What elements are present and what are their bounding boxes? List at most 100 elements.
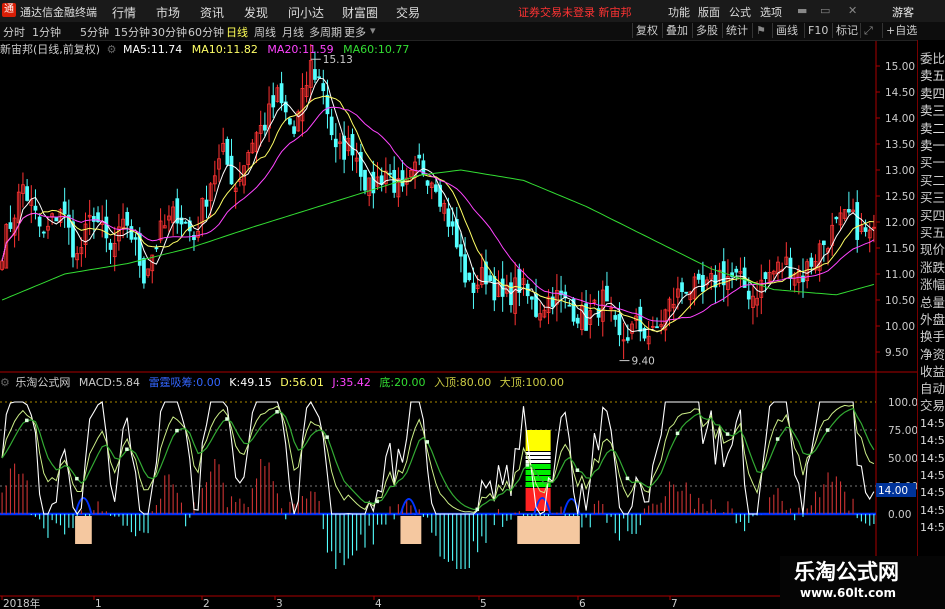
price-tick-label: 14.50 — [885, 87, 915, 99]
low-mark-label: 9.40 — [631, 356, 654, 368]
close-icon[interactable]: ✕ — [848, 4, 857, 17]
menu-trade[interactable]: 交易 — [396, 4, 420, 21]
period-weekly[interactable]: 周线 — [254, 24, 276, 40]
menu-wealth[interactable]: 财富圈 — [342, 4, 378, 21]
candle-body — [701, 275, 705, 292]
candle-body — [625, 337, 630, 341]
price-tick-label: 13.00 — [885, 165, 915, 177]
candle-body — [292, 126, 296, 134]
candle-body — [37, 216, 42, 227]
candle-body — [54, 216, 59, 222]
time-tick-label: 1 — [95, 598, 102, 609]
candle-body — [680, 282, 684, 293]
candle-body — [467, 272, 472, 281]
menu-layout[interactable]: 版面 — [698, 4, 720, 20]
price-tick-label: 9.50 — [885, 347, 908, 359]
period-monthly[interactable]: 月线 — [282, 24, 304, 40]
candle-body — [434, 184, 438, 192]
price-tick-label: 11.50 — [885, 243, 915, 255]
candle-body — [801, 275, 805, 283]
candle-body — [400, 170, 405, 187]
candle-body — [62, 201, 67, 215]
period-30min[interactable]: 30分钟 — [151, 24, 187, 40]
candle-body — [133, 237, 138, 240]
maximize-icon[interactable]: ▭ — [820, 4, 830, 17]
adjust-button[interactable]: 复权 — [632, 23, 661, 38]
stats-button[interactable]: 统计 — [722, 23, 751, 38]
quote-side-panel: 委比 卖五 卖四 卖三 卖二 卖一 买一 买二 买三 买四 买五 现价 涨跌 涨幅 总量 外盘 换手 净资 收益 自动… — [917, 40, 945, 609]
period-1min[interactable]: 1分钟 — [32, 24, 61, 40]
candle-body — [488, 275, 493, 282]
f10-button[interactable]: F10 — [804, 23, 831, 38]
period-60min[interactable]: 60分钟 — [188, 24, 224, 40]
candle-body — [617, 314, 622, 336]
menu-news[interactable]: 资讯 — [200, 4, 224, 21]
period-tick[interactable]: 分时 — [3, 24, 25, 40]
indicator-gear-icon[interactable]: ⚙ — [0, 376, 10, 389]
price-tick-label: 11.00 — [885, 269, 915, 281]
menu-quotes[interactable]: 行情 — [112, 4, 136, 21]
expand-icon[interactable]: ⤢ — [860, 23, 876, 38]
candle-body — [734, 268, 739, 273]
time-tick-label: 2 — [203, 598, 210, 609]
candle-body — [325, 94, 330, 115]
chevron-down-icon[interactable]: ▾ — [370, 24, 376, 37]
watermark: 乐淘公式网 www.60lt.com — [780, 556, 945, 609]
kdj-marker — [525, 463, 530, 467]
menu-functions[interactable]: 功能 — [668, 4, 690, 20]
kdj-marker — [575, 468, 580, 472]
price-tick-label: 12.00 — [885, 217, 915, 229]
candle-body — [417, 154, 422, 159]
price-tick-label: 14.00 — [885, 113, 915, 125]
candle-body — [363, 170, 367, 191]
settings-gear-icon[interactable]: ⚙ — [107, 43, 117, 56]
time-tick-label: 3 — [276, 598, 283, 609]
period-daily[interactable]: 日线 — [226, 24, 248, 40]
menu-options[interactable]: 选项 — [760, 4, 782, 20]
time-tick-label: 7 — [671, 598, 678, 609]
candle-body — [847, 209, 851, 213]
top-entry-legend: 入顶:80.00 — [434, 376, 492, 389]
period-toolbar: 分时 1分钟 5分钟 15分钟 30分钟 60分钟 日线 周线 月线 多周期 更… — [0, 22, 945, 41]
candle-body — [271, 95, 276, 108]
mark-button[interactable]: 标记 — [832, 23, 861, 38]
menu-market[interactable]: 市场 — [156, 4, 180, 21]
add-favorite-button[interactable]: +自选 — [882, 23, 920, 38]
login-notice[interactable]: 证券交易未登录 新宙邦 — [518, 4, 632, 20]
kdj-marker — [325, 435, 329, 439]
indicator-title: 乐淘公式网 — [15, 376, 71, 389]
period-15min[interactable]: 15分钟 — [114, 24, 150, 40]
menu-ask[interactable]: 问小达 — [288, 4, 324, 21]
multi-stock-button[interactable]: 多股 — [692, 23, 721, 38]
candle-body — [125, 211, 130, 226]
candle-body — [41, 231, 46, 234]
accumulation-block — [517, 516, 580, 544]
kdj-marker — [175, 428, 179, 433]
candle-body — [229, 155, 234, 185]
kdj-marker — [25, 418, 29, 423]
period-5min[interactable]: 5分钟 — [80, 24, 109, 40]
period-multi[interactable]: 多周期 — [309, 24, 342, 40]
watermark-title: 乐淘公式网 — [794, 560, 899, 584]
big-top-legend: 大顶:100.00 — [499, 376, 564, 389]
candle-body — [33, 205, 38, 211]
price-legend: 新宙邦(日线,前复权) ⚙ MA5:11.74 MA10:11.82 MA20:… — [0, 41, 415, 56]
flag-icon[interactable]: ⚑ — [752, 23, 769, 38]
candle-body — [459, 244, 463, 257]
guest-label[interactable]: 游客 — [892, 4, 914, 20]
menu-formula[interactable]: 公式 — [729, 4, 751, 20]
candle-body — [605, 285, 609, 302]
overlay-button[interactable]: 叠加 — [662, 23, 691, 38]
period-more[interactable]: 更多 — [344, 24, 366, 40]
minimize-icon[interactable]: ▬ — [797, 4, 807, 17]
chart-canvas[interactable]: 15.00 14.50 14.00 13.50 13.00 12.50 12.00 11.50… — [0, 0, 945, 609]
d-legend: D:56.01 — [280, 376, 324, 389]
indicator-tick-label: 75.00 — [888, 425, 918, 437]
menu-discover[interactable]: 发现 — [244, 4, 268, 21]
candle-body — [154, 247, 159, 250]
candle-body — [529, 296, 534, 300]
candle-body — [91, 216, 96, 222]
time-tick-label: 6 — [579, 598, 586, 609]
draw-button[interactable]: 画线 — [772, 23, 801, 38]
candle-body — [463, 254, 467, 283]
